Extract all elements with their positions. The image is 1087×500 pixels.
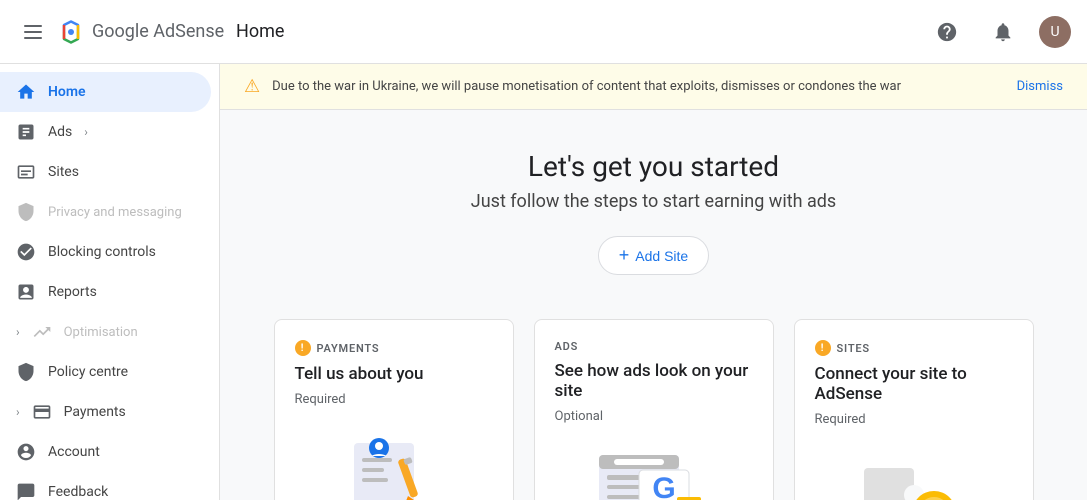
sidebar-item-ads[interactable]: Ads › — [0, 112, 211, 152]
sidebar-label-home: Home — [48, 84, 86, 100]
sidebar-item-optimisation: › Optimisation — [0, 312, 219, 352]
topbar-left: Google AdSense — [16, 17, 236, 47]
notifications-button[interactable] — [983, 12, 1023, 52]
sidebar-label-privacy: Privacy and messaging — [48, 205, 182, 220]
sidebar-item-account[interactable]: Account — [0, 432, 211, 472]
sidebar-label-optimisation: Optimisation — [64, 325, 138, 340]
sidebar-item-policy-centre[interactable]: Policy centre — [0, 352, 211, 392]
page-title: Home — [236, 21, 927, 42]
help-icon — [936, 21, 958, 43]
account-icon — [16, 442, 36, 462]
card-illustration-ads: G — [555, 440, 753, 500]
google-adsense-logo-icon — [58, 18, 86, 46]
sidebar-label-account: Account — [48, 444, 100, 460]
sidebar-label-policy: Policy centre — [48, 364, 128, 380]
sidebar-label-payments: Payments — [64, 404, 126, 420]
layout: Home Ads › Sites Privacy and messaging — [0, 64, 1087, 500]
card-illustration-payments — [295, 423, 493, 500]
home-icon — [16, 82, 36, 102]
topbar: Google AdSense Home U — [0, 0, 1087, 64]
logo: Google AdSense — [58, 18, 224, 46]
card-tag-label-sites: SITES — [837, 342, 870, 355]
chevron-expand-icon: › — [16, 325, 20, 339]
ads-card: ADS See how ads look on your site Option… — [534, 319, 774, 500]
banner-text: Due to the war in Ukraine, we will pause… — [272, 79, 1004, 94]
ukraine-banner: ⚠ Due to the war in Ukraine, we will pau… — [220, 64, 1087, 110]
card-tag-ads: ADS — [555, 340, 753, 353]
warning-dot-sites: ! — [815, 340, 831, 356]
card-tag-label-ads: ADS — [555, 340, 579, 353]
ads-icon — [16, 122, 36, 142]
sidebar-label-ads: Ads — [48, 124, 72, 140]
sidebar-label-reports: Reports — [48, 284, 97, 300]
card-title-payments: Tell us about you — [295, 364, 493, 384]
privacy-icon — [16, 202, 36, 222]
hero-heading: Let's get you started — [244, 150, 1063, 183]
hero-subheading: Just follow the steps to start earning w… — [244, 191, 1063, 212]
warning-dot-payments: ! — [295, 340, 311, 356]
dismiss-button[interactable]: Dismiss — [1017, 79, 1063, 94]
card-sub-sites: Required — [815, 412, 1013, 427]
sidebar-label-sites: Sites — [48, 164, 79, 180]
chevron-expand-payments-icon: › — [16, 405, 20, 419]
help-button[interactable] — [927, 12, 967, 52]
hero-section: Let's get you started Just follow the st… — [220, 110, 1087, 299]
card-title-ads: See how ads look on your site — [555, 361, 753, 401]
svg-text:G: G — [652, 472, 675, 500]
main-content: ⚠ Due to the war in Ukraine, we will pau… — [220, 64, 1087, 500]
sidebar-item-payments[interactable]: › Payments — [0, 392, 211, 432]
menu-button[interactable] — [16, 17, 50, 47]
sites-card: ! SITES Connect your site to AdSense Req… — [794, 319, 1034, 500]
card-title-sites: Connect your site to AdSense — [815, 364, 1013, 404]
payments-card: ! PAYMENTS Tell us about you Required — [274, 319, 514, 500]
card-sub-ads: Optional — [555, 409, 753, 424]
sidebar-item-blocking-controls[interactable]: Blocking controls — [0, 232, 211, 272]
logo-text: Google AdSense — [92, 21, 224, 42]
sidebar-label-feedback: Feedback — [48, 484, 108, 500]
sidebar-label-blocking: Blocking controls — [48, 244, 156, 260]
feedback-icon — [16, 482, 36, 500]
sites-icon — [16, 162, 36, 182]
warning-icon: ⚠ — [244, 76, 260, 97]
avatar[interactable]: U — [1039, 16, 1071, 48]
add-site-label: Add Site — [635, 248, 688, 264]
card-illustration-sites: $ — [815, 443, 1013, 500]
topbar-right: U — [927, 12, 1071, 52]
add-site-button[interactable]: + Add Site — [598, 236, 709, 275]
payments-icon — [32, 402, 52, 422]
sidebar-item-home[interactable]: Home — [0, 72, 211, 112]
plus-icon: + — [619, 245, 630, 266]
card-sub-payments: Required — [295, 392, 493, 407]
reports-icon — [16, 282, 36, 302]
sidebar-item-privacy-messaging: Privacy and messaging — [0, 192, 219, 232]
blocking-icon — [16, 242, 36, 262]
sidebar-item-feedback[interactable]: Feedback — [0, 472, 211, 500]
cards-section: ! PAYMENTS Tell us about you Required — [220, 299, 1087, 500]
chevron-right-icon: › — [84, 125, 88, 139]
bell-icon — [992, 21, 1014, 43]
sidebar-item-sites[interactable]: Sites — [0, 152, 211, 192]
card-tag-payments: ! PAYMENTS — [295, 340, 493, 356]
sidebar: Home Ads › Sites Privacy and messaging — [0, 64, 220, 500]
policy-icon — [16, 362, 36, 382]
sidebar-item-reports[interactable]: Reports — [0, 272, 211, 312]
card-tag-label-payments: PAYMENTS — [317, 342, 380, 355]
card-tag-sites: ! SITES — [815, 340, 1013, 356]
optimisation-icon — [32, 322, 52, 342]
